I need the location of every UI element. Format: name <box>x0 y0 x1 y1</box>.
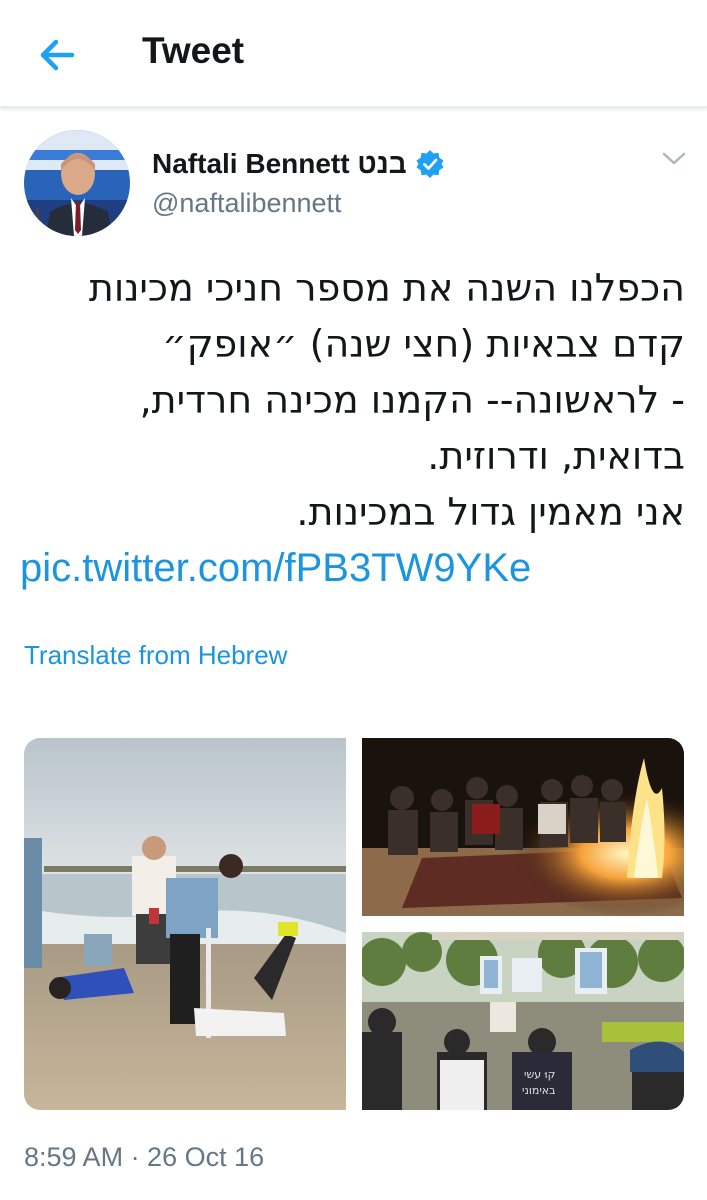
tweet-photo-campfire[interactable] <box>362 738 684 916</box>
author-name-row[interactable]: Naftali Bennett בנט <box>152 144 445 184</box>
shirt-text: קוּ עשי <box>524 1068 555 1081</box>
translate-link[interactable]: Translate from Hebrew <box>24 640 287 671</box>
author-display-name: Naftali Bennett בנט <box>152 148 407 179</box>
tweet-text-line: קדם צבאיות (חצי שנה) ״אופק״ <box>162 322 685 366</box>
page-title: Tweet <box>142 30 245 71</box>
chevron-down-icon <box>662 152 686 165</box>
verified-badge-icon <box>416 150 444 178</box>
more-options-button[interactable] <box>660 148 688 170</box>
back-button[interactable] <box>32 32 84 78</box>
avatar[interactable] <box>24 130 130 236</box>
tweet-text-line: - לראשונה-- הקמנו מכינה חרדית, <box>139 378 685 422</box>
tweet-text-line: אני מאמין גדול במכינות. <box>296 490 685 534</box>
tweet-photo-outdoor-class[interactable]: קוּ עשי באימוני <box>362 932 684 1110</box>
tweet-text-line: בדואית, ודרוזית. <box>427 434 685 478</box>
arrow-left-icon <box>40 39 75 71</box>
top-bar: Tweet <box>0 0 707 108</box>
tweet-text-line: הכפלנו השנה את מספר חניכי מכינות <box>88 266 685 310</box>
tweet-timestamp: 8:59 AM · 26 Oct 16 <box>24 1142 265 1172</box>
shirt-text: באימוני <box>522 1084 556 1097</box>
tweet-media-link[interactable]: pic.twitter.com/fPB3TW9YKe <box>20 546 531 590</box>
author-handle[interactable]: @naftalibennett <box>152 188 342 219</box>
tweet-link-line: pic.twitter.com/fPB3TW9YKe <box>20 540 685 596</box>
tweet-text: הכפלנו השנה את מספר חניכי מכינות קדם צבא… <box>20 260 685 596</box>
tweet-photo-beach[interactable] <box>24 738 346 1110</box>
